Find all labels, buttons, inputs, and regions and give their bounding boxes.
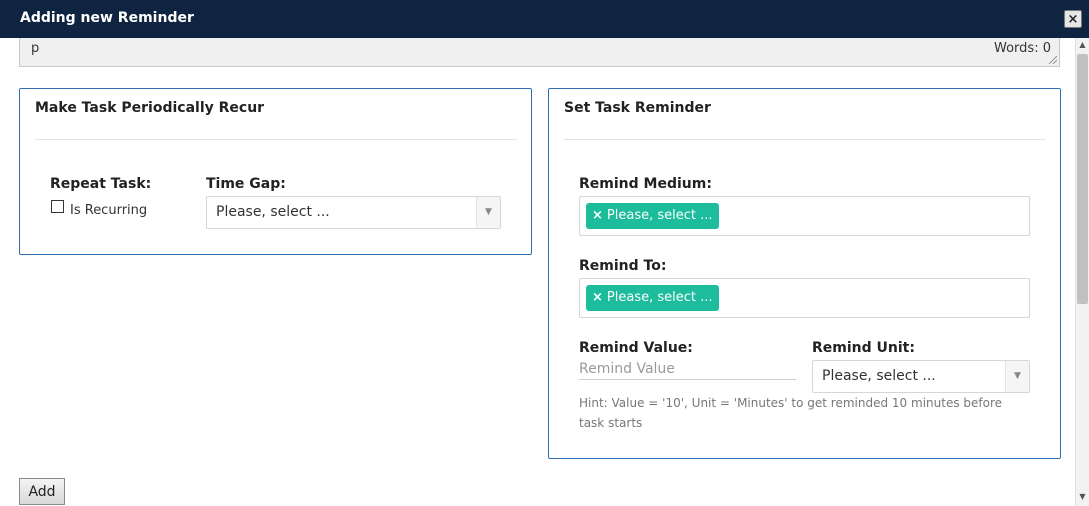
editor-word-count: Words: 0 xyxy=(994,41,1051,56)
editor-status-bar: p Words: 0 xyxy=(19,38,1060,67)
remind-to-chip[interactable]: × Please, select ... xyxy=(586,285,719,311)
editor-element-path: p xyxy=(31,41,40,56)
remind-unit-value: Please, select ... xyxy=(822,368,936,384)
panel-divider xyxy=(564,139,1046,140)
recur-panel: Make Task Periodically Recur Repeat Task… xyxy=(19,88,532,255)
time-gap-select[interactable]: Please, select ... ▼ xyxy=(206,196,501,229)
remind-unit-label: Remind Unit: xyxy=(812,340,915,356)
remind-to-label: Remind To: xyxy=(579,258,667,274)
dialog-titlebar: Adding new Reminder × xyxy=(0,0,1089,38)
is-recurring-checkbox[interactable] xyxy=(51,200,64,213)
remove-chip-icon[interactable]: × xyxy=(592,290,603,305)
remove-chip-icon[interactable]: × xyxy=(592,208,603,223)
scroll-down-icon[interactable]: ▼ xyxy=(1076,490,1089,504)
reminder-panel-title: Set Task Reminder xyxy=(564,100,711,116)
dialog-scrollbar[interactable]: ▲ ▼ xyxy=(1075,38,1089,506)
resize-handle-icon[interactable] xyxy=(1049,56,1057,64)
remind-to-chip-label: Please, select ... xyxy=(606,290,713,305)
scrollbar-thumb[interactable] xyxy=(1077,54,1088,304)
remind-medium-chip-label: Please, select ... xyxy=(606,208,713,223)
remind-medium-label: Remind Medium: xyxy=(579,176,712,192)
time-gap-label: Time Gap: xyxy=(206,176,286,192)
remind-value-label: Remind Value: xyxy=(579,340,693,356)
reminder-panel: Set Task Reminder Remind Medium: × Please… xyxy=(548,88,1061,459)
time-gap-value: Please, select ... xyxy=(216,204,330,220)
chevron-down-icon[interactable]: ▼ xyxy=(1005,361,1029,392)
remind-medium-select[interactable]: × Please, select ... xyxy=(579,196,1030,236)
remind-medium-chip[interactable]: × Please, select ... xyxy=(586,203,719,229)
remind-to-select[interactable]: × Please, select ... xyxy=(579,278,1030,318)
chevron-down-icon[interactable]: ▼ xyxy=(476,197,500,228)
recur-panel-title: Make Task Periodically Recur xyxy=(35,100,265,116)
is-recurring-label[interactable]: Is Recurring xyxy=(70,203,147,218)
remind-unit-select[interactable]: Please, select ... ▼ xyxy=(812,360,1030,393)
reminder-hint: Hint: Value = '10', Unit = 'Minutes' to … xyxy=(579,396,1003,430)
remind-value-input[interactable] xyxy=(579,358,796,380)
add-button[interactable]: Add xyxy=(19,478,65,505)
repeat-task-label: Repeat Task: xyxy=(50,176,152,192)
scroll-up-icon[interactable]: ▲ xyxy=(1076,38,1089,52)
panel-divider xyxy=(35,139,517,140)
close-icon[interactable]: × xyxy=(1064,10,1082,28)
dialog-title: Adding new Reminder xyxy=(20,10,194,26)
